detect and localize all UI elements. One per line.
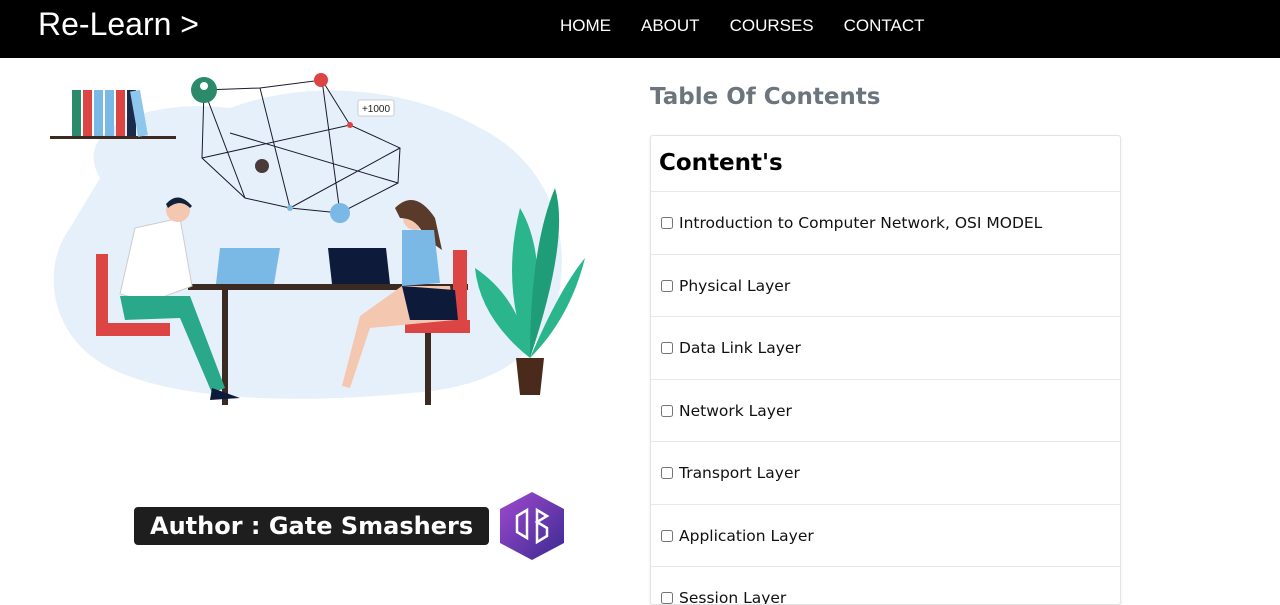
toc-item-label: Transport Layer: [679, 464, 800, 482]
nav-link-about[interactable]: ABOUT: [641, 16, 700, 36]
count-badge: +1000: [357, 99, 395, 117]
nav-links: HOME ABOUT COURSES CONTACT: [560, 16, 955, 36]
toc-item-intro[interactable]: Introduction to Computer Network, OSI MO…: [651, 192, 1120, 255]
nav-link-courses[interactable]: COURSES: [730, 16, 814, 36]
nav-link-contact[interactable]: CONTACT: [844, 16, 925, 36]
toc-card-title: Content's: [651, 136, 1120, 192]
toc-item-session-layer[interactable]: Session Layer: [651, 567, 1120, 605]
navbar: Re-Learn > HOME ABOUT COURSES CONTACT: [0, 0, 1280, 58]
toc-item-label: Data Link Layer: [679, 339, 801, 357]
count-badge-text: +1000: [362, 104, 391, 115]
toc-item-label: Network Layer: [679, 401, 792, 420]
toc-item-physical-layer[interactable]: Physical Layer: [651, 255, 1120, 317]
brand-logo-link[interactable]: Re-Learn >: [38, 6, 199, 43]
toc-checkbox[interactable]: [661, 404, 673, 417]
toc-item-label: Application Layer: [679, 526, 814, 545]
toc-checkbox[interactable]: [661, 279, 673, 292]
toc-item-application-layer[interactable]: Application Layer: [651, 505, 1120, 567]
toc-item-data-link-layer[interactable]: Data Link Layer: [651, 317, 1120, 380]
gate-smashers-logo-icon: [500, 492, 565, 560]
toc-checkbox[interactable]: [661, 217, 673, 229]
toc-item-label: Physical Layer: [679, 276, 791, 295]
nav-link-home[interactable]: HOME: [560, 16, 611, 36]
toc-checkbox[interactable]: [661, 342, 673, 354]
toc-item-label: Introduction to Computer Network, OSI MO…: [679, 214, 1043, 232]
author-badge: Author : Gate Smashers: [134, 507, 490, 545]
toc-checkbox[interactable]: [661, 467, 673, 479]
office-network-illustration: +1000: [50, 73, 585, 405]
toc-item-label: Session Layer: [679, 589, 787, 605]
toc-item-network-layer[interactable]: Network Layer: [651, 380, 1120, 442]
toc-card: Content's Introduction to Computer Netwo…: [650, 135, 1121, 605]
toc-checkbox[interactable]: [661, 529, 673, 542]
toc-item-transport-layer[interactable]: Transport Layer: [651, 442, 1120, 505]
author-section: Author : Gate Smashers: [134, 490, 567, 562]
toc-heading: Table Of Contents: [650, 84, 881, 110]
